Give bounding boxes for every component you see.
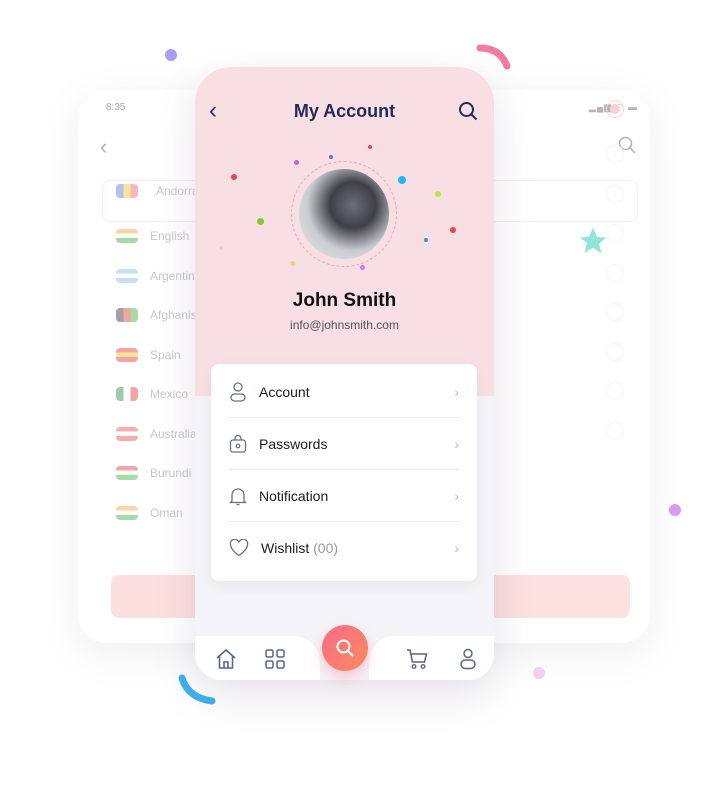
flag-icon	[116, 269, 138, 283]
profile-icon[interactable]	[460, 648, 476, 670]
search-icon[interactable]	[458, 101, 478, 121]
confetti	[257, 218, 264, 225]
confetti	[450, 227, 456, 233]
chevron-right-icon: ›	[454, 435, 459, 452]
confetti	[424, 238, 428, 242]
avatar[interactable]	[299, 169, 389, 259]
language-radio[interactable]	[606, 185, 624, 203]
flag-icon	[116, 387, 138, 401]
decor-dot	[669, 504, 681, 516]
menu-item-wishlist[interactable]: Wishlist (00) ›	[229, 522, 459, 574]
confetti	[294, 160, 299, 165]
flag-icon	[116, 506, 138, 520]
confetti	[368, 145, 372, 149]
wishlist-count: (00)	[313, 540, 339, 556]
confetti	[231, 174, 237, 180]
language-name: Burundi	[150, 466, 192, 480]
grid-icon[interactable]	[265, 649, 285, 669]
bell-icon	[229, 487, 247, 505]
menu-label: Notification	[259, 487, 329, 504]
flag-icon	[116, 229, 138, 243]
language-name: Mexico	[150, 387, 189, 401]
decor-dot	[165, 49, 177, 61]
menu-label: Wishlist	[261, 540, 310, 556]
language-radio[interactable]	[606, 303, 624, 321]
menu-label: Account	[259, 383, 310, 400]
search-icon	[336, 639, 354, 657]
lock-icon	[229, 434, 247, 453]
language-name: English	[150, 229, 190, 243]
menu-item-notification[interactable]: Notification ›	[229, 470, 459, 522]
page-title: My Account	[293, 101, 396, 121]
user-name: John Smith	[292, 290, 397, 311]
menu-label: Passwords	[259, 435, 328, 452]
language-radio[interactable]	[606, 422, 624, 440]
confetti	[329, 155, 333, 159]
user-email: info@johnsmith.com	[290, 318, 399, 332]
flag-icon	[116, 348, 138, 362]
language-name: Spain	[150, 348, 181, 362]
language-radio[interactable]	[606, 382, 624, 400]
chevron-right-icon: ›	[454, 540, 459, 556]
search-fab-button[interactable]	[322, 625, 368, 671]
language-radio[interactable]	[606, 145, 624, 163]
language-name: Oman	[150, 506, 183, 520]
flag-icon	[116, 427, 138, 441]
nav-left	[195, 636, 320, 680]
heart-icon	[229, 539, 249, 557]
language-radio[interactable]	[606, 100, 624, 118]
status-time: 8:35	[106, 102, 126, 113]
user-icon	[230, 381, 246, 402]
flag-icon	[116, 184, 138, 198]
language-name: Andorra	[156, 184, 199, 198]
decor-dot	[533, 667, 545, 679]
menu-item-account[interactable]: Account ›	[229, 366, 459, 418]
home-icon[interactable]	[215, 648, 237, 670]
star-icon	[579, 227, 607, 254]
confetti	[290, 261, 295, 266]
chevron-right-icon: ›	[454, 383, 459, 400]
account-menu: Account › Passwords › Notification › Wis…	[211, 364, 477, 581]
flag-icon	[116, 466, 138, 480]
flag-icon	[116, 308, 138, 322]
language-radio[interactable]	[606, 264, 624, 282]
language-name: Australia	[150, 427, 197, 441]
confetti	[219, 246, 223, 250]
menu-item-passwords[interactable]: Passwords ›	[229, 418, 459, 470]
confetti	[398, 176, 406, 184]
chevron-right-icon: ›	[454, 487, 459, 504]
cart-icon[interactable]	[406, 648, 428, 670]
confetti	[360, 265, 365, 270]
confetti	[435, 191, 441, 197]
language-name: Argentina	[150, 269, 202, 283]
language-radio[interactable]	[606, 343, 624, 361]
